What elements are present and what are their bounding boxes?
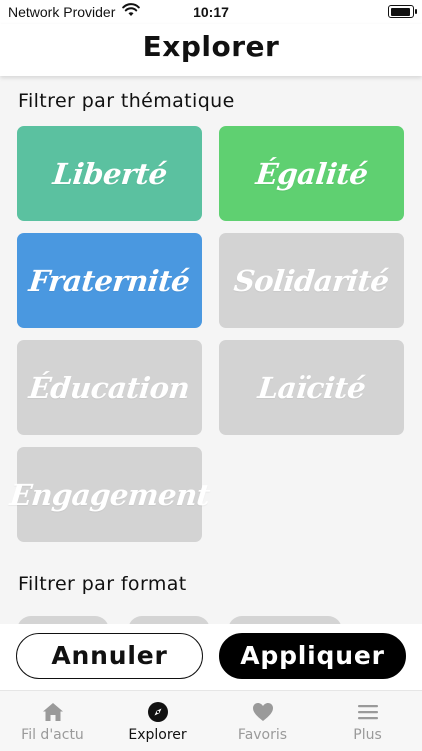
tab-plus[interactable]: Plus bbox=[315, 691, 420, 751]
tab-bar: Fil d'actu Explorer Favoris Plus bbox=[0, 690, 422, 751]
tab-label: Favoris bbox=[237, 727, 288, 743]
theme-tile-label: Éducation bbox=[27, 370, 192, 405]
tab-label: Fil d'actu bbox=[21, 727, 84, 743]
theme-tile-label: Liberté bbox=[50, 156, 169, 191]
heart-icon bbox=[253, 703, 273, 721]
format-filter-label: Filtrer par format bbox=[18, 573, 187, 595]
page-title: Explorer bbox=[142, 30, 280, 63]
home-icon bbox=[43, 703, 63, 721]
battery-icon bbox=[388, 5, 417, 18]
compass-icon bbox=[148, 702, 168, 722]
theme-tile-label: Laïcité bbox=[256, 370, 367, 405]
clock: 10:17 bbox=[193, 4, 229, 20]
theme-tile-egalite[interactable]: Égalité bbox=[219, 126, 404, 221]
theme-tile-laicite[interactable]: Laïcité bbox=[219, 340, 404, 435]
tab-explorer[interactable]: Explorer bbox=[105, 691, 210, 751]
tab-favoris[interactable]: Favoris bbox=[210, 691, 315, 751]
theme-tile-fraternite[interactable]: Fraternité bbox=[17, 233, 202, 328]
status-bar: Network Provider 10:17 bbox=[0, 0, 422, 24]
theme-tile-label: Engagement bbox=[7, 477, 212, 512]
tab-fil-actu[interactable]: Fil d'actu bbox=[0, 691, 105, 751]
thematic-filter-label: Filtrer par thématique bbox=[18, 90, 235, 112]
theme-tile-label: Égalité bbox=[253, 156, 370, 191]
theme-tile-liberte[interactable]: Liberté bbox=[17, 126, 202, 221]
tab-label: Explorer bbox=[128, 727, 187, 743]
cancel-button[interactable]: Annuler bbox=[16, 633, 203, 679]
theme-tile-education[interactable]: Éducation bbox=[17, 340, 202, 435]
theme-tile-label: Fraternité bbox=[27, 263, 192, 298]
apply-button[interactable]: Appliquer bbox=[219, 633, 406, 679]
menu-icon bbox=[358, 705, 378, 720]
theme-tile-engagement[interactable]: Engagement bbox=[8, 447, 211, 542]
tab-label: Plus bbox=[353, 727, 382, 743]
theme-tile-solidarite[interactable]: Solidarité bbox=[219, 233, 404, 328]
nav-header: Explorer bbox=[0, 24, 422, 76]
theme-tile-label: Solidarité bbox=[232, 263, 391, 298]
action-bar: Annuler Appliquer bbox=[0, 624, 422, 690]
